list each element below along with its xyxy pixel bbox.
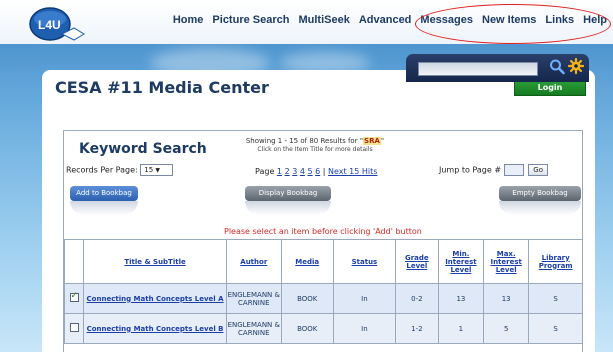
column-header-library-program[interactable]: Library Program	[528, 239, 583, 284]
records-per-page-select[interactable]: 15 ▼	[140, 164, 174, 176]
item-grade: 0-2	[394, 283, 439, 314]
showing-prefix: Showing 1 - 15 of 80 Results for "	[245, 137, 364, 145]
nav-picture-search[interactable]: Picture Search	[212, 14, 289, 26]
item-grade: 1-2	[394, 313, 439, 344]
item-library-program: S	[528, 283, 583, 314]
records-label: Records Per Page:	[66, 165, 138, 175]
button-shadow	[70, 201, 138, 215]
l4u-logo[interactable]: L4U	[24, 4, 86, 44]
records-per-page: Records Per Page: 15 ▼	[66, 164, 174, 176]
column-header-title[interactable]: Title & SubTitle	[83, 239, 228, 284]
page-link-2[interactable]: 2	[285, 167, 290, 176]
page-link-1[interactable]: 1	[277, 167, 282, 176]
logo-text: L4U	[38, 18, 61, 32]
keyword-search-box: Keyword Search Showing 1 - 15 of 80 Resu…	[63, 130, 583, 352]
item-status: In	[332, 313, 396, 344]
item-max-interest: 13	[483, 283, 530, 314]
page-label: Page	[255, 167, 275, 176]
keyword-search-title: Keyword Search	[79, 141, 207, 157]
search-icon[interactable]	[549, 58, 565, 76]
highlight-circle-annotation	[415, 4, 611, 44]
button-shadow	[499, 201, 581, 215]
quick-search-input[interactable]	[418, 62, 538, 76]
item-max-interest: 5	[483, 313, 530, 344]
results-table: Title & SubTitle Author Media Status Gra…	[63, 239, 583, 344]
quick-search-bar	[406, 54, 589, 82]
gear-icon[interactable]	[568, 57, 584, 75]
column-header-media[interactable]: Media	[280, 239, 334, 284]
table-row: Connecting Math Concepts Level A ENGLEMA…	[63, 283, 583, 314]
jump-page-input[interactable]	[503, 164, 524, 176]
nav-advanced[interactable]: Advanced	[359, 14, 412, 26]
column-header-select	[63, 239, 85, 284]
nav-multiseek[interactable]: MultiSeek	[298, 14, 349, 26]
top-nav-bar: L4U Home Picture Search MultiSeek Advanc…	[0, 0, 613, 44]
page-link-4[interactable]: 4	[300, 167, 305, 176]
column-header-max-interest[interactable]: Max. Interest Level	[483, 239, 530, 284]
click-hint: Click on the Item Title for more details	[257, 146, 373, 153]
item-library-program: S	[528, 313, 583, 344]
search-term: SRA	[363, 137, 381, 145]
item-min-interest: 1	[437, 313, 485, 344]
results-summary: Showing 1 - 15 of 80 Results for "SRA" C…	[230, 137, 400, 154]
add-to-bookbag-button[interactable]: Add to Bookbag	[70, 186, 138, 201]
showing-suffix: "	[380, 137, 385, 145]
item-media: BOOK	[280, 283, 334, 314]
item-status: In	[332, 283, 396, 314]
row-checkbox[interactable]	[69, 291, 79, 302]
next-hits-link[interactable]: Next 15 Hits	[328, 167, 377, 176]
row-select-cell	[63, 313, 85, 344]
nav-home[interactable]: Home	[173, 14, 204, 26]
table-row: Connecting Math Concepts Level B ENGLEMA…	[63, 313, 583, 344]
records-value: 15	[144, 166, 154, 174]
main-panel: CESA #11 Media Center Login Keyword Sear…	[42, 70, 595, 352]
item-title-link[interactable]: Connecting Math Concepts Level B	[83, 313, 228, 344]
table-header-row: Title & SubTitle Author Media Status Gra…	[63, 239, 583, 284]
jump-to-page: Jump to Page # Go	[439, 164, 549, 176]
display-bookbag-button[interactable]: Display Bookbag	[245, 186, 331, 201]
pagination: Page 1 2 3 4 5 6 | Next 15 Hits	[255, 167, 378, 176]
row-select-cell	[63, 283, 85, 314]
column-header-author[interactable]: Author	[226, 239, 282, 284]
chevron-down-icon: ▼	[155, 167, 161, 174]
page-link-5[interactable]: 5	[307, 167, 312, 176]
page-link-3[interactable]: 3	[292, 167, 297, 176]
item-author: ENGLEMANN & CARNINE	[226, 283, 282, 314]
row-checkbox[interactable]	[69, 323, 79, 332]
column-header-grade[interactable]: Grade Level	[394, 239, 439, 284]
warning-message: Please select an item before clicking 'A…	[224, 227, 422, 236]
page-title: CESA #11 Media Center	[55, 78, 269, 97]
item-media: BOOK	[280, 313, 334, 344]
item-min-interest: 13	[437, 283, 485, 314]
button-shadow	[245, 201, 331, 215]
go-button[interactable]: Go	[528, 164, 549, 176]
item-author: ENGLEMANN & CARNINE	[226, 313, 282, 344]
item-title-link[interactable]: Connecting Math Concepts Level A	[83, 283, 228, 314]
jump-label: Jump to Page #	[439, 165, 502, 175]
column-header-min-interest[interactable]: Min. Interest Level	[437, 239, 485, 284]
page-link-6[interactable]: 6	[315, 167, 320, 176]
column-header-status[interactable]: Status	[332, 239, 396, 284]
empty-bookbag-button[interactable]: Empty Bookbag	[499, 186, 581, 201]
